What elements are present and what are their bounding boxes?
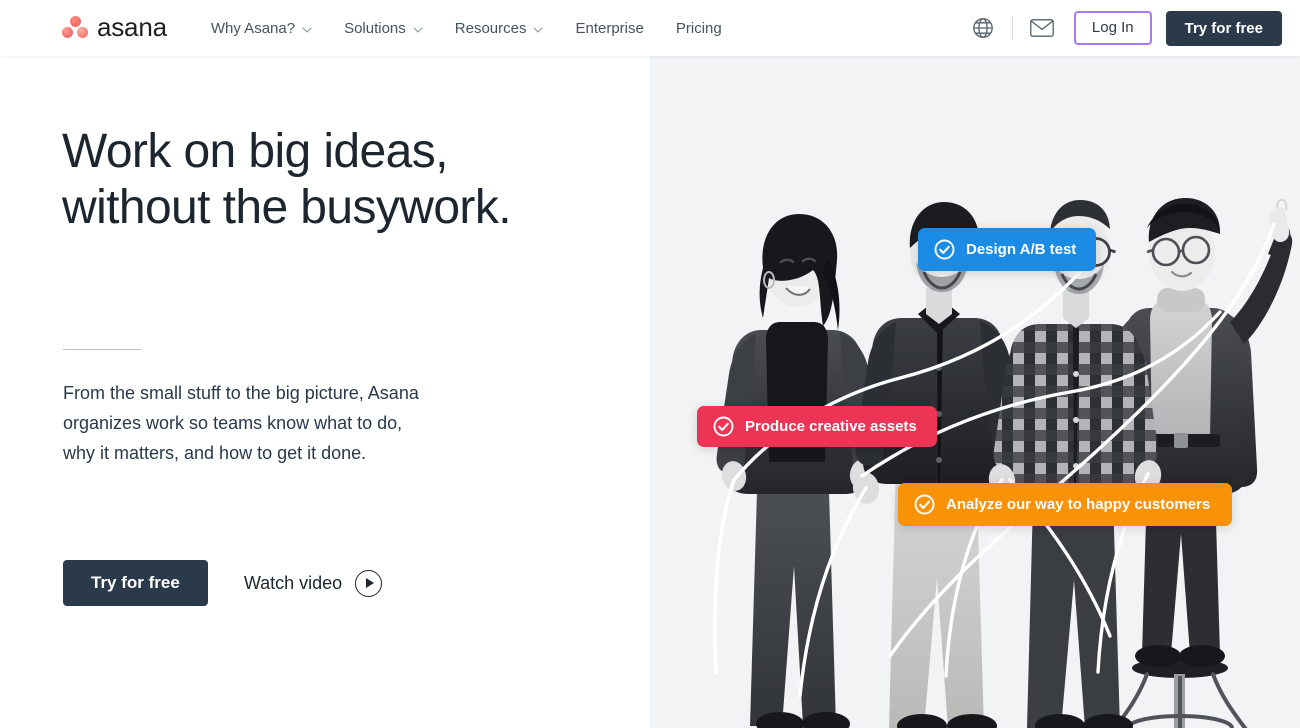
login-button[interactable]: Log In [1073,11,1152,45]
try-for-free-hero-button[interactable]: Try for free [63,560,208,606]
nav-item-enterprise[interactable]: Enterprise [575,20,643,37]
task-pill-design-ab-test[interactable]: Design A/B test [918,228,1097,271]
nav-item-resources[interactable]: Resources [455,20,544,37]
hero-image-panel [650,56,1300,728]
chevron-down-icon [302,20,312,37]
watch-video-button[interactable]: Watch video [243,569,383,597]
hero-text-column: Work on big ideas, without the busywork.… [0,56,650,728]
watch-video-label: Watch video [243,572,343,593]
check-circle-icon [934,239,955,260]
hero-title-line-1: Work on big ideas, [62,125,448,178]
globe-icon[interactable] [968,13,998,43]
task-pill-produce-creative-assets[interactable]: Produce creative assets [697,406,937,447]
nav-label: Enterprise [575,19,644,37]
landing-page: asana Why Asana? Solutions Resources Ent… [0,0,1300,728]
task-pill-label: Analyze our way to happy customers [946,496,1211,513]
hero-cta-row: Try for free Watch video [63,560,383,606]
site-header: asana Why Asana? Solutions Resources Ent… [0,0,1300,56]
task-pill-label: Produce creative assets [745,418,917,435]
header-actions: Log In Try for free [968,0,1282,56]
team-photo [650,56,1300,728]
header-divider [1011,16,1013,40]
nav-label: Solutions [344,19,406,37]
hero-title-line-2: without the busywork. [62,181,512,234]
hero-paragraph: From the small stuff to the big picture,… [63,383,419,463]
asana-logo[interactable]: asana [62,11,167,45]
task-pill-label: Design A/B test [966,241,1077,258]
nav-label: Resources [454,19,527,37]
asana-three-dots-logo-icon [62,16,88,40]
try-for-free-header-button[interactable]: Try for free [1165,10,1282,46]
check-circle-icon [713,416,734,437]
check-circle-icon [914,494,935,515]
chevron-down-icon [533,20,544,37]
nav-label: Pricing [675,19,722,37]
envelope-icon[interactable] [1027,15,1057,41]
nav-item-why-asana[interactable]: Why Asana? [211,20,312,37]
nav-item-solutions[interactable]: Solutions [344,20,423,37]
chevron-down-icon [413,20,423,37]
nav-item-pricing[interactable]: Pricing [676,20,722,37]
task-pill-analyze-happy-customers[interactable]: Analyze our way to happy customers [898,483,1233,526]
primary-navigation: Why Asana? Solutions Resources Enterpris… [211,0,722,56]
play-circle-icon [355,569,383,597]
brand-wordmark: asana [97,12,167,42]
divider-rule [63,349,141,350]
page-title: Work on big ideas, without the busywork. [62,124,622,236]
nav-label: Why Asana? [210,19,296,37]
